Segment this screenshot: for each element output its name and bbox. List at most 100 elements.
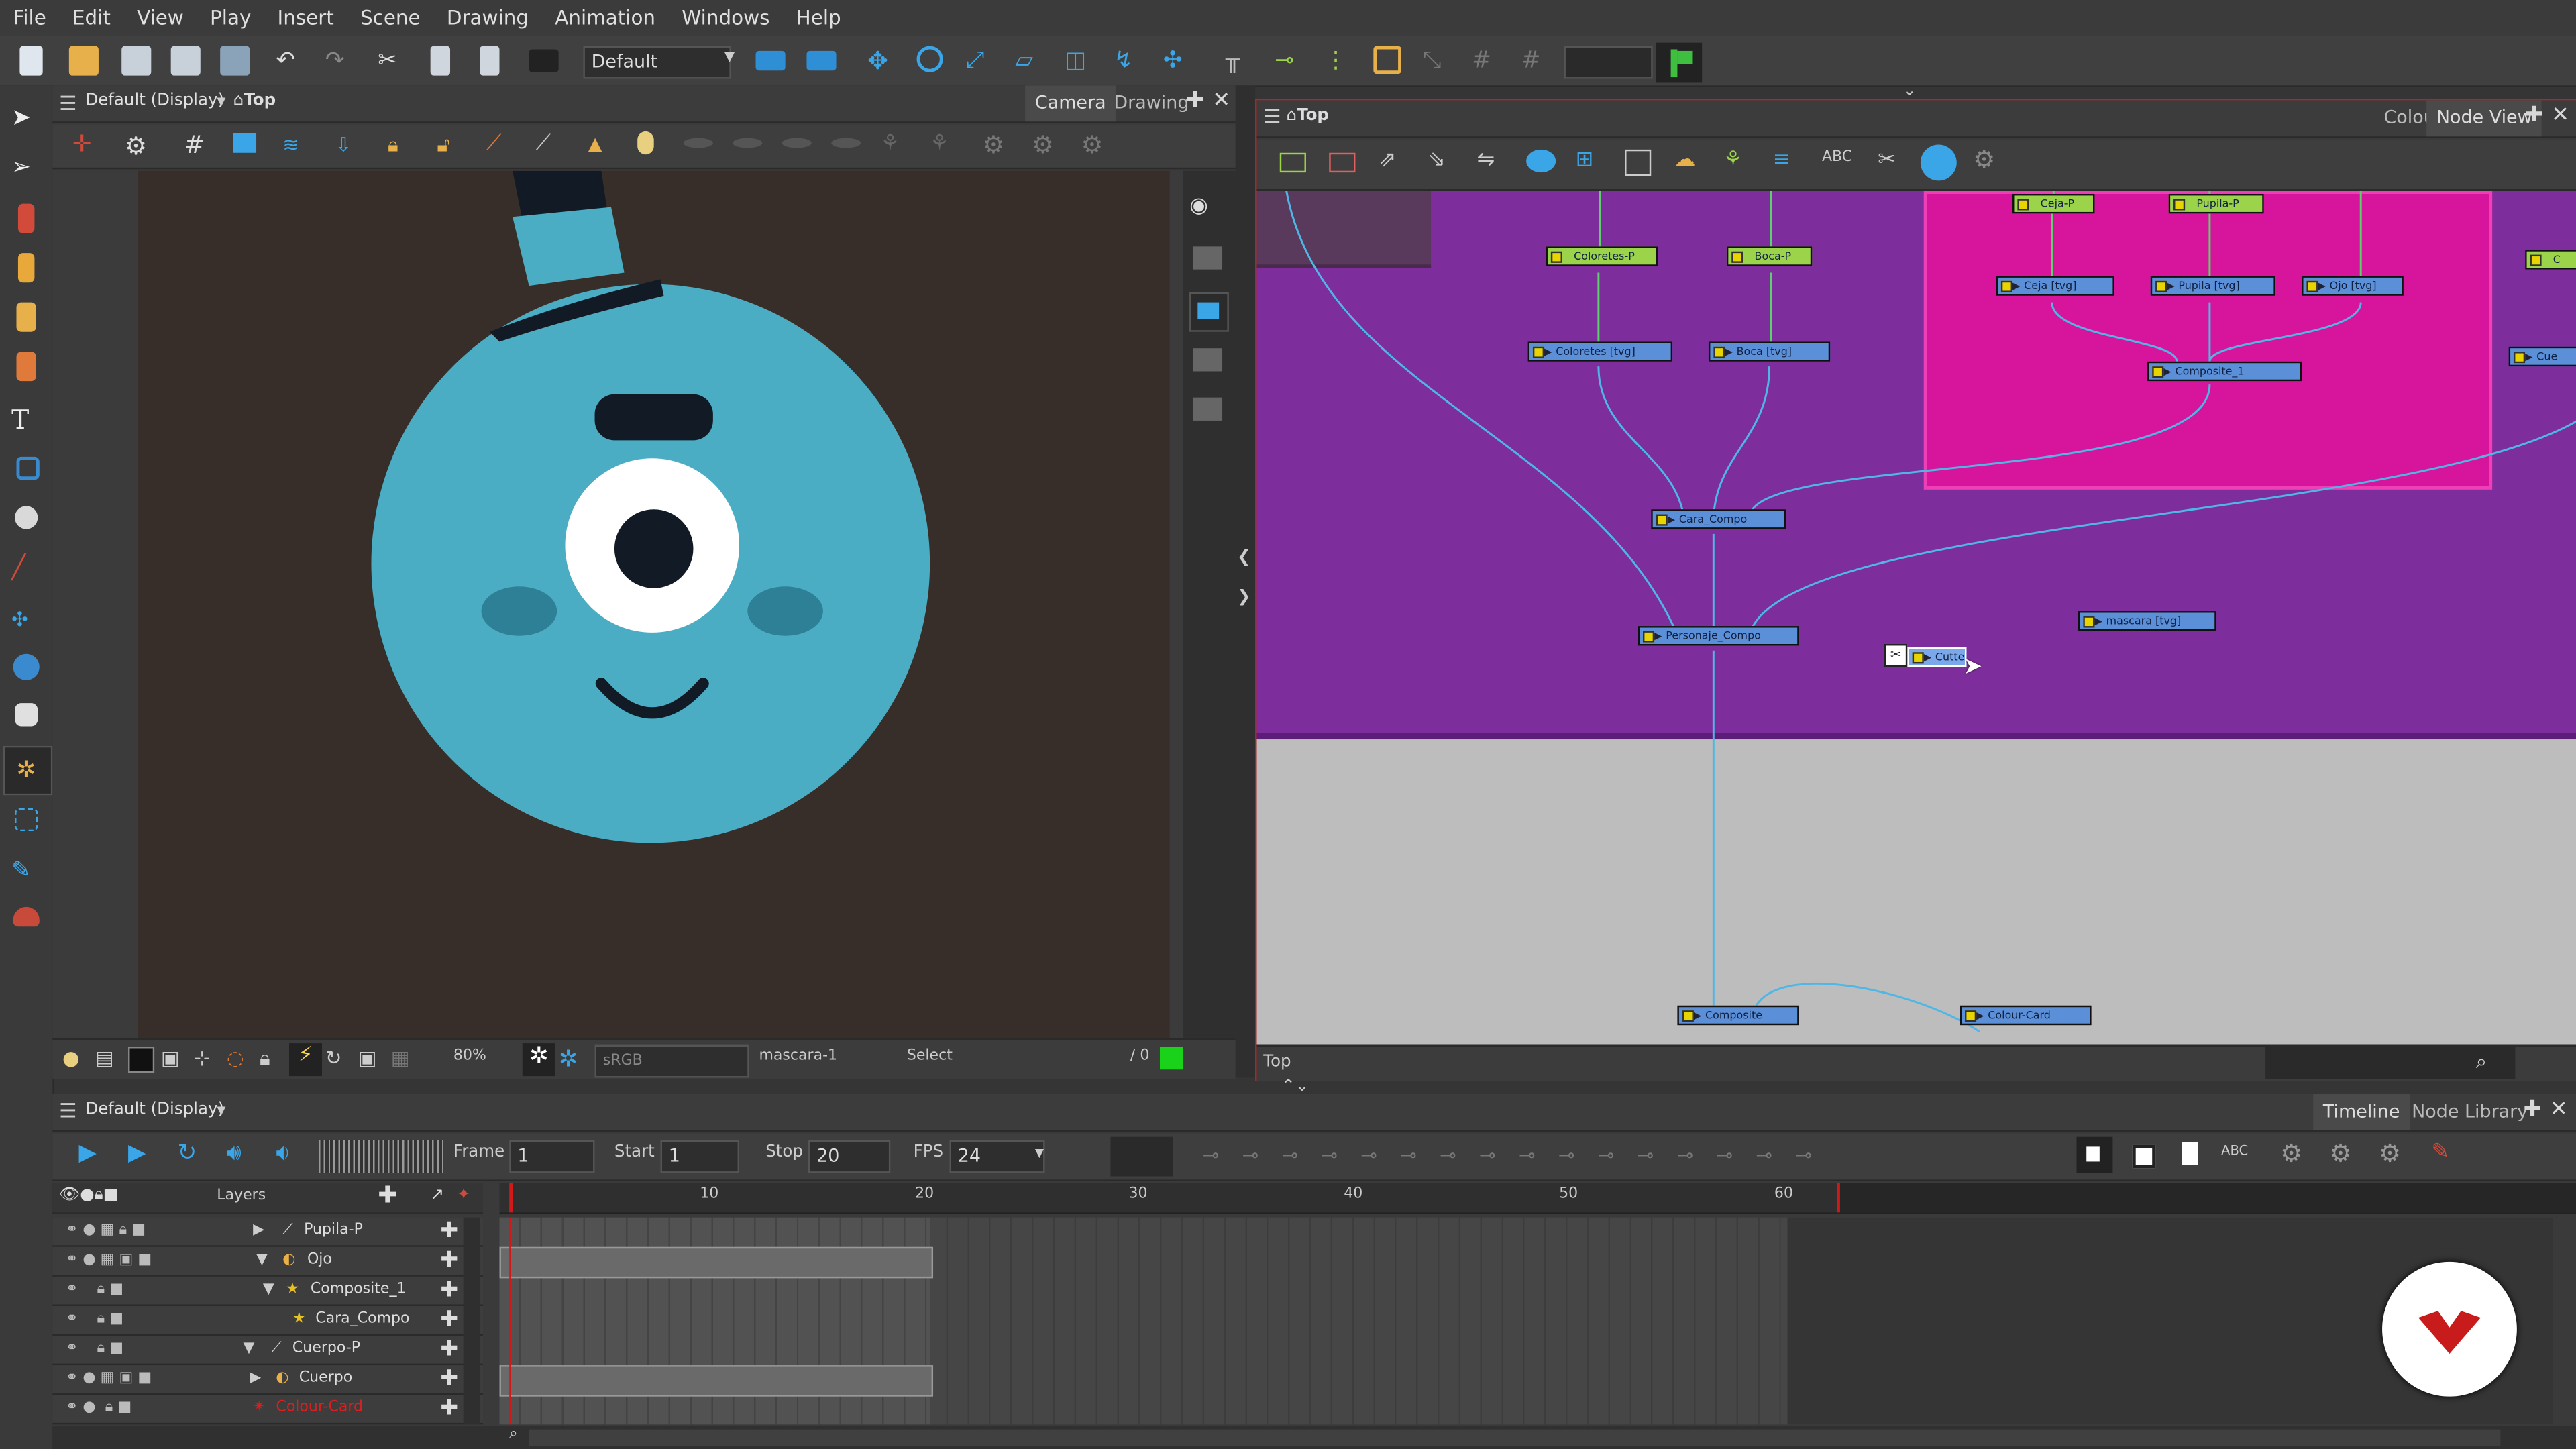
flag-button[interactable] (1656, 42, 1703, 83)
add-child-icon[interactable]: ✚ (440, 1395, 458, 1423)
pose-2-icon[interactable]: ⚘ (930, 131, 949, 156)
gear-1-icon[interactable]: ⚙ (2280, 1138, 2302, 1168)
node-cutter[interactable]: ▶ Cutte (1907, 647, 1967, 667)
cutter-tool-icon[interactable]: ✎ (11, 857, 41, 887)
add-peg-icon[interactable] (1279, 152, 1306, 173)
bounding-box-icon[interactable] (1373, 46, 1401, 74)
redo-icon[interactable]: ↷ (325, 46, 355, 76)
workspace-select[interactable]: Default (583, 46, 731, 79)
cutter-icon[interactable]: ✂ (1878, 148, 1896, 172)
abc-icon[interactable]: ABC (2221, 1144, 2248, 1159)
layer-toggles-icon[interactable]: ⚭ 🔒︎ ■ (66, 1277, 123, 1305)
color-select[interactable] (1564, 46, 1653, 79)
pose-icon[interactable]: ⚘ (881, 131, 900, 156)
move-down-icon[interactable]: ⇘ (1428, 148, 1446, 172)
ungroup-icon[interactable]: ⇋ (1477, 148, 1495, 172)
add-view-icon[interactable]: ✚ (2525, 103, 2543, 128)
active-tool-icon[interactable] (1920, 144, 1957, 181)
timeline-scrollbar[interactable] (529, 1429, 2501, 1446)
node-ceja-peg[interactable]: Ceja-P (2012, 193, 2095, 214)
gear-3-icon[interactable]: ⚙ (2379, 1138, 2401, 1168)
menu-help[interactable]: Help (783, 0, 854, 36)
frame-ruler[interactable]: 10 20 30 40 50 60 70 80 90 (499, 1183, 2576, 1214)
expand-triangle-icon[interactable]: ▶ (250, 1365, 261, 1393)
node-colour-card[interactable]: ▶ Colour-Card (1960, 1005, 2092, 1026)
copy-icon[interactable] (430, 46, 451, 76)
settings-icon[interactable]: ⚙ (1973, 145, 1995, 174)
menu-file[interactable]: File (0, 0, 59, 36)
add-child-icon[interactable]: ✚ (440, 1336, 458, 1364)
save-as-icon[interactable] (170, 46, 201, 76)
save-icon[interactable] (121, 46, 152, 76)
menu-windows[interactable]: Windows (669, 0, 783, 36)
eraser-tool-icon[interactable] (16, 352, 36, 382)
collapse-triangle-icon[interactable]: ▼ (256, 1247, 268, 1275)
abc-icon[interactable]: ABC (1822, 150, 1852, 166)
preview-icon[interactable]: ▤ (95, 1046, 114, 1069)
hand-tool-icon[interactable] (15, 703, 38, 727)
import-icon[interactable] (220, 46, 250, 76)
add-view-icon[interactable]: ✚ (1186, 89, 1204, 113)
pen-icon[interactable]: ✎ (2432, 1140, 2450, 1165)
camera-display-select[interactable]: Default (Display) (85, 92, 224, 110)
grid-snap-icon[interactable]: # (1472, 46, 1501, 76)
node-personaje-compo[interactable]: ▶ Personaje_Compo (1638, 626, 1799, 646)
rigging-tool-button[interactable]: ✲ (3, 745, 53, 796)
menu-insert[interactable]: Insert (264, 0, 347, 36)
expand-triangle-icon[interactable]: ▶ (253, 1218, 264, 1246)
node-cara-compo[interactable]: ▶ Cara_Compo (1651, 509, 1786, 529)
zoom-level[interactable]: 80% (453, 1048, 486, 1064)
snap-icon[interactable]: # (1521, 46, 1551, 76)
onion-icon[interactable]: ◌ (227, 1046, 244, 1069)
node-boca-drawing[interactable]: ▶ Boca [tvg] (1708, 341, 1831, 362)
tab-drawing[interactable]: Drawing (1104, 85, 1199, 121)
workspace-manager-icon[interactable] (806, 50, 837, 71)
close-icon[interactable]: ✕ (1212, 89, 1230, 113)
layer-row-colour-card[interactable]: ⚭ ● 🔒︎ ■ ✴ Colour-Card ✚ (52, 1395, 484, 1425)
deform-icon[interactable]: ⤡ (1423, 46, 1452, 76)
color-space-select[interactable]: sRGB (594, 1044, 749, 1078)
node-composite[interactable]: ▶ Composite (1677, 1005, 1799, 1026)
add-child-icon[interactable]: ✚ (440, 1306, 458, 1334)
pencil-tool-icon[interactable] (17, 253, 35, 283)
onion-skin-icon[interactable]: ⇩ (335, 133, 352, 156)
rectangle-tool-icon[interactable] (16, 456, 40, 480)
light-icon[interactable]: ● (62, 1046, 80, 1069)
stop-input[interactable]: 20 (808, 1140, 891, 1173)
add-view-icon[interactable]: ✚ (2524, 1097, 2542, 1122)
gear-3-icon[interactable]: ⚙ (1081, 129, 1103, 159)
reset-icon[interactable]: ↻ (325, 1046, 342, 1069)
reposition-icon[interactable]: ✣ (11, 608, 41, 637)
dropper-tool-icon[interactable]: ╱ (11, 555, 41, 585)
stamp-icon[interactable]: ▲ (588, 133, 602, 154)
collapse-triangle-icon[interactable]: ▼ (263, 1277, 274, 1305)
camera-crumb[interactable]: Top (244, 92, 276, 110)
measure-icon[interactable]: ⟋ (486, 131, 501, 156)
pivot-icon[interactable]: ✣ (1163, 46, 1193, 76)
bulb-icon[interactable] (637, 131, 654, 155)
layer-toggles-icon[interactable]: ⚭ ● ▦ 🔒︎ ■ (66, 1218, 146, 1246)
workspace-save-icon[interactable] (755, 50, 786, 71)
tab-node-library[interactable]: Node Library (2402, 1094, 2537, 1130)
loop-icon[interactable]: ↻ (177, 1140, 197, 1167)
disc-1-icon[interactable] (683, 138, 713, 148)
layer-toggles-icon[interactable]: ⚭ ● ▦ ▣ ■ (66, 1247, 152, 1275)
menu-scene[interactable]: Scene (347, 0, 433, 36)
node-boca-peg[interactable]: Boca-P (1726, 246, 1813, 266)
node-mascara-drawing[interactable]: ▶ mascara [tvg] (2078, 611, 2216, 631)
sound-scrub-icon[interactable]: 🔉︎ (276, 1140, 290, 1167)
scale-icon[interactable]: ⤢ (966, 46, 996, 76)
align-icon[interactable]: ≡ (1772, 148, 1790, 172)
paint-tool-icon[interactable] (16, 302, 36, 332)
layers-1-icon[interactable] (1192, 246, 1223, 270)
add-drawing-icon[interactable] (1329, 152, 1356, 173)
cloud-icon[interactable]: ☁ (1674, 148, 1696, 172)
layer-toggles-icon[interactable]: ⚭ ● 🔒︎ ■ (66, 1395, 131, 1423)
tab-timeline[interactable]: Timeline (2313, 1094, 2410, 1130)
search-icon[interactable]: ⌕ (2476, 1050, 2487, 1075)
tab-camera[interactable]: Camera (1025, 85, 1116, 122)
node-edge-peg[interactable]: C (2525, 250, 2576, 270)
key-3-icon[interactable] (2182, 1142, 2198, 1165)
network-icon[interactable] (1526, 149, 1556, 173)
node-coloretes-drawing[interactable]: ▶ Coloretes [tvg] (1527, 341, 1673, 362)
